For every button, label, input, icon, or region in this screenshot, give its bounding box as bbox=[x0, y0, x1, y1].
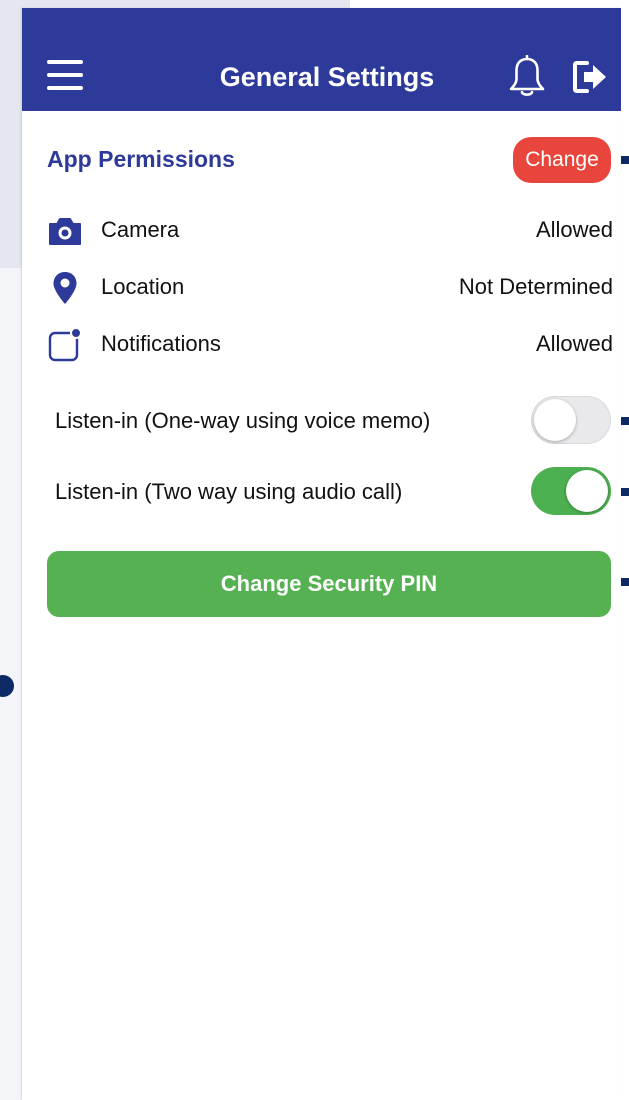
toggle-knob bbox=[534, 399, 576, 441]
notification-badge-icon bbox=[48, 327, 82, 362]
permission-value-location: Not Determined bbox=[458, 274, 613, 299]
toggle-label-listen-in-one-way: Listen-in (One-way using voice memo) bbox=[55, 408, 431, 433]
permission-value-camera: Allowed bbox=[535, 217, 613, 242]
logout-icon[interactable] bbox=[572, 60, 610, 94]
section-title-app-permissions: App Permissions bbox=[47, 146, 235, 172]
page-title: General Settings bbox=[219, 62, 435, 92]
toggle-knob bbox=[566, 470, 608, 512]
permission-row-camera: Camera Allowed bbox=[47, 213, 613, 249]
app-bar: General Settings bbox=[22, 8, 621, 111]
location-pin-icon bbox=[53, 272, 77, 304]
phone-screen: General Settings App Permissions Change … bbox=[22, 8, 621, 1100]
toggle-row-listen-in-one-way: Listen-in (One-way using voice memo) bbox=[55, 396, 611, 448]
listen-in-one-way-toggle[interactable] bbox=[531, 396, 611, 444]
permission-label-notifications: Notifications bbox=[101, 331, 221, 356]
camera-icon bbox=[49, 218, 81, 245]
permission-label-camera: Camera bbox=[101, 217, 180, 242]
toggle-row-listen-in-two-way: Listen-in (Two way using audio call) bbox=[55, 467, 611, 519]
permission-row-notifications: Notifications Allowed bbox=[47, 327, 613, 363]
hamburger-menu-icon[interactable] bbox=[47, 60, 83, 90]
change-permissions-button[interactable]: Change bbox=[513, 137, 611, 183]
permission-value-notifications: Allowed bbox=[535, 331, 613, 356]
listen-in-two-way-toggle[interactable] bbox=[531, 467, 611, 515]
change-security-pin-button[interactable]: Change Security PIN bbox=[47, 551, 611, 617]
permission-row-location: Location Not Determined bbox=[47, 270, 613, 306]
permission-label-location: Location bbox=[101, 274, 185, 299]
bell-icon[interactable] bbox=[508, 55, 546, 99]
toggle-label-listen-in-two-way: Listen-in (Two way using audio call) bbox=[55, 479, 403, 504]
